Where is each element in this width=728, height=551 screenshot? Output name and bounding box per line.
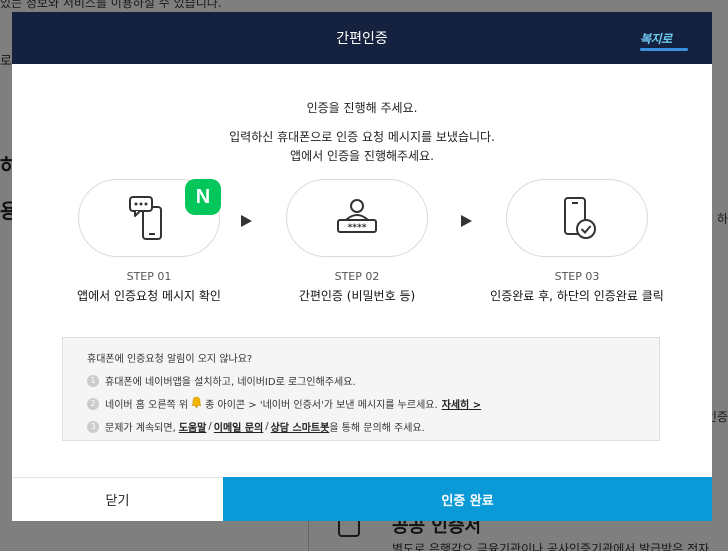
bokjiro-logo: 복지로 [640,28,692,51]
naver-app-icon: N [185,179,221,215]
number-badge: 3 [87,420,99,433]
step-3-pill [506,179,648,257]
help-title: 휴대폰에 인증요청 알림이 오지 않나요? [87,354,253,365]
step-description: 앱에서 인증요청 메시지 확인 [77,289,221,303]
step-1: N STEP 01 앱에서 인증요청 메시지 확인 [49,179,249,304]
intro-message: 입력하신 휴대폰으로 인증 요청 메시지를 보냈습니다. [229,130,495,144]
step-label: STEP 02 [334,270,380,283]
step-description: 간편인증 (비밀번호 등) [298,289,416,303]
modal-title: 간편인증 [336,31,388,47]
auth-complete-button[interactable]: 인증 완료 [223,477,712,521]
user-password-icon: **** [337,199,377,233]
details-link[interactable]: 자세히 > [442,396,481,411]
email-inquiry-link[interactable]: 이메일 문의 [214,419,263,434]
help-info-box: 휴대폰에 인증요청 알림이 오지 않나요? 1 휴대폰에 네이버앱을 설치하고,… [62,337,660,441]
step-label: STEP 01 [126,270,172,283]
intro-message: 앱에서 인증을 진행해주세요. [290,149,434,163]
brand-text: 복지로 [640,32,672,46]
help-text: 휴대폰에 네이버앱을 설치하고, 네이버ID로 로그인해주세요. [105,377,356,388]
modal-footer: 닫기 인증 완료 [12,477,712,521]
auth-steps: N STEP 01 앱에서 인증요청 메시지 확인 **** STEP 02 간… [12,179,712,329]
help-text: 종 아이콘 > '네이버 인증서'가 보낸 메시지를 누르세요. [205,400,438,411]
phone-check-icon [564,197,596,239]
help-item-1: 1 휴대폰에 네이버앱을 설치하고, 네이버ID로 로그인해주세요. [87,373,635,388]
step-3: STEP 03 인증완료 후, 하단의 인증완료 클릭 [477,179,677,304]
step-1-pill: N [78,179,221,257]
number-badge: 1 [87,374,99,387]
close-button[interactable]: 닫기 [12,477,223,521]
help-link[interactable]: 도움말 [179,419,207,434]
arrow-right-icon [241,215,252,227]
help-text: 을 통해 문의해 주세요. [329,423,425,434]
separator: / [265,421,269,432]
brand-underline [640,48,688,51]
arrow-right-icon [461,215,472,227]
help-item-3: 3 문제가 계속되면, 도움말 / 이메일 문의 / 상담 스마트봇 을 통해 … [87,419,635,434]
step-2-pill: **** [286,179,428,257]
phone-message-icon [129,196,162,240]
svg-text:****: **** [348,223,367,233]
chatbot-link[interactable]: 상담 스마트봇 [271,419,330,434]
step-label: STEP 03 [554,270,600,283]
help-item-2: 2 네이버 홈 오른쪽 위 종 아이콘 > '네이버 인증서'가 보낸 메시지를… [87,396,635,411]
intro-heading: 인증을 진행해 주세요. [306,101,418,115]
intro-text: 인증을 진행해 주세요. 입력하신 휴대폰으로 인증 요청 메시지를 보냈습니다… [12,99,712,164]
separator: / [208,421,212,432]
step-description: 인증완료 후, 하단의 인증완료 클릭 [490,289,664,303]
step-2: **** STEP 02 간편인증 (비밀번호 등) [257,179,457,304]
modal-header: 간편인증 복지로 [12,12,712,64]
help-text: 네이버 홈 오른쪽 위 [105,400,189,411]
simple-auth-modal: 간편인증 복지로 인증을 진행해 주세요. 입력하신 휴대폰으로 인증 요청 메… [12,12,712,521]
help-text: 문제가 계속되면, [105,423,176,434]
bell-icon [191,396,202,411]
number-badge: 2 [87,397,99,410]
